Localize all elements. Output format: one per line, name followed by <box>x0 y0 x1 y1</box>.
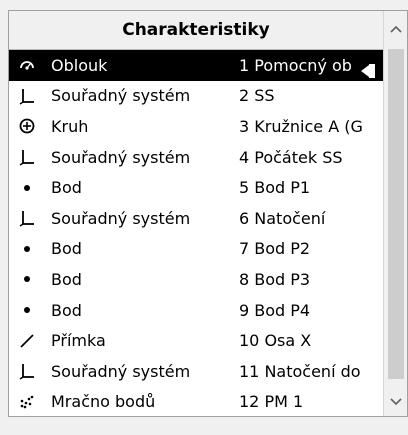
list-rows: Oblouk 1 Pomocný ob Souřadný systém 2 SS Kru… <box>9 50 383 416</box>
bottom-strip <box>0 417 408 435</box>
item-type-label: Přímka <box>51 331 106 351</box>
item-name-label: 1 Pomocný ob <box>239 55 352 75</box>
scroll-down-button[interactable] <box>384 390 407 414</box>
line-icon <box>17 331 37 351</box>
coordinate-system-icon <box>17 86 37 106</box>
list-item[interactable]: Bod 8 Bod P3 <box>9 264 383 295</box>
point-cloud-icon <box>17 392 37 412</box>
item-name-label: 8 Bod P3 <box>239 269 311 289</box>
list-item[interactable]: Bod 9 Bod P4 <box>9 295 383 326</box>
list-item[interactable]: Mračno bodů 12 PM 1 <box>9 387 383 416</box>
list-item[interactable]: Souřadný systém 6 Natočení <box>9 203 383 234</box>
item-name-label: 11 Natočení do <box>239 361 361 381</box>
item-type-label: Bod <box>51 269 82 289</box>
list-item[interactable]: Souřadný systém 11 Natočení do <box>9 356 383 387</box>
list-item[interactable]: Souřadný systém 2 SS <box>9 81 383 112</box>
coordinate-system-icon <box>17 208 37 228</box>
coordinate-system-icon <box>17 361 37 381</box>
scroll-up-button[interactable] <box>384 17 407 41</box>
item-name-label: 4 Počátek SS <box>239 147 343 167</box>
item-name-label: 7 Bod P2 <box>239 239 311 259</box>
characteristics-panel: Charakteristiky Oblouk 1 Pomocný ob Souřad… <box>0 0 408 435</box>
vertical-scrollbar[interactable] <box>383 11 407 416</box>
scroll-thumb[interactable] <box>388 49 404 379</box>
point-icon <box>17 239 37 259</box>
column-header[interactable]: Charakteristiky <box>9 11 383 50</box>
item-type-label: Mračno bodů <box>51 392 156 412</box>
item-name-label: 3 Kružnice A (G <box>239 116 363 136</box>
list-item[interactable]: Přímka 10 Osa X <box>9 325 383 356</box>
circle-icon <box>17 116 37 136</box>
chevron-down-icon <box>390 398 402 406</box>
list-item[interactable]: Souřadný systém 4 Počátek SS <box>9 142 383 173</box>
item-type-label: Souřadný systém <box>51 86 191 106</box>
list-item[interactable]: Oblouk 1 Pomocný ob <box>9 50 383 81</box>
item-type-label: Bod <box>51 178 82 198</box>
item-name-label: 2 SS <box>239 86 275 106</box>
item-type-label: Bod <box>51 239 82 259</box>
chevron-up-icon <box>390 25 402 33</box>
list-item[interactable]: Bod 7 Bod P2 <box>9 234 383 265</box>
item-type-label: Bod <box>51 300 82 320</box>
item-type-label: Souřadný systém <box>51 147 191 167</box>
characteristics-list[interactable]: Charakteristiky Oblouk 1 Pomocný ob Souřad… <box>8 10 408 417</box>
item-name-label: 5 Bod P1 <box>239 178 311 198</box>
item-name-label: 9 Bod P4 <box>239 300 311 320</box>
point-icon <box>17 178 37 198</box>
column-header-label: Charakteristiky <box>122 20 270 40</box>
point-icon <box>17 300 37 320</box>
item-name-label: 6 Natočení <box>239 208 326 228</box>
arc-icon <box>17 55 37 75</box>
item-name-label: 10 Osa X <box>239 331 312 351</box>
item-type-label: Oblouk <box>51 55 108 75</box>
item-name-label: 12 PM 1 <box>239 392 304 412</box>
list-item[interactable]: Bod 5 Bod P1 <box>9 172 383 203</box>
coordinate-system-icon <box>17 147 37 167</box>
item-type-label: Kruh <box>51 116 89 136</box>
point-icon <box>17 269 37 289</box>
item-type-label: Souřadný systém <box>51 361 191 381</box>
mouse-cursor-icon <box>361 64 375 78</box>
item-type-label: Souřadný systém <box>51 208 191 228</box>
list-item[interactable]: Kruh 3 Kružnice A (G <box>9 111 383 142</box>
